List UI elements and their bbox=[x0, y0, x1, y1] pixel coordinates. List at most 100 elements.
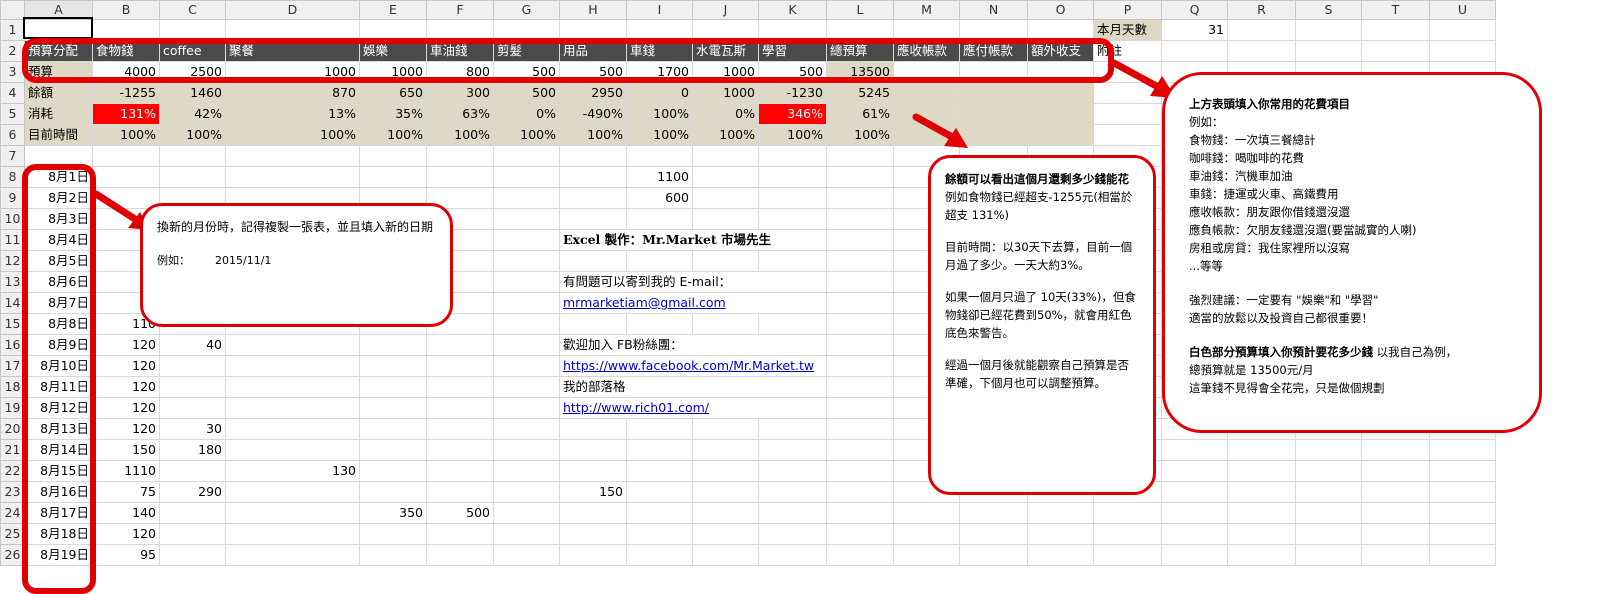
row-header-17[interactable]: 17 bbox=[0, 355, 25, 377]
cell-l26[interactable] bbox=[826, 544, 894, 566]
row-header-7[interactable]: 7 bbox=[0, 145, 25, 167]
row-header-13[interactable]: 13 bbox=[0, 271, 25, 293]
cell-r23[interactable] bbox=[1227, 481, 1296, 503]
consume-cell-k[interactable]: 346% bbox=[758, 103, 827, 125]
cell-f18[interactable] bbox=[426, 376, 494, 398]
balance-cell-h[interactable]: 2950 bbox=[559, 82, 627, 104]
expense-cell-b[interactable]: 120 bbox=[92, 355, 160, 377]
cell-g26[interactable] bbox=[493, 544, 560, 566]
cell-b8[interactable] bbox=[92, 166, 160, 188]
column-header-c[interactable]: C bbox=[159, 0, 226, 20]
cell-o25[interactable] bbox=[1027, 523, 1094, 545]
cell-t24[interactable] bbox=[1361, 502, 1430, 524]
cell-h15[interactable] bbox=[559, 313, 627, 335]
balance-cell-k[interactable]: -1230 bbox=[758, 82, 827, 104]
column-header-i[interactable]: I bbox=[626, 0, 693, 20]
cell-b7[interactable] bbox=[92, 145, 160, 167]
cell-s26[interactable] bbox=[1295, 544, 1362, 566]
cell-u26[interactable] bbox=[1429, 544, 1496, 566]
cell-u24[interactable] bbox=[1429, 502, 1496, 524]
time-cell-b[interactable]: 100% bbox=[92, 124, 160, 146]
cell-g13[interactable] bbox=[493, 271, 560, 293]
expense-cell-b[interactable]: 120 bbox=[92, 376, 160, 398]
cell-p6[interactable] bbox=[1093, 124, 1162, 146]
column-header-n[interactable]: N bbox=[959, 0, 1028, 20]
expense-cell-b[interactable]: 120 bbox=[92, 334, 160, 356]
cell-e26[interactable] bbox=[359, 544, 427, 566]
fb-link[interactable]: https://www.facebook.com/Mr.Market.tw bbox=[559, 355, 827, 377]
consume-cell-d[interactable]: 13% bbox=[225, 103, 360, 125]
cell-j25[interactable] bbox=[692, 523, 759, 545]
cell-g21[interactable] bbox=[493, 439, 560, 461]
cell-o26[interactable] bbox=[1027, 544, 1094, 566]
row-header-25[interactable]: 25 bbox=[0, 523, 25, 545]
cell-e16[interactable] bbox=[359, 334, 427, 356]
row-header-1[interactable]: 1 bbox=[0, 19, 25, 41]
cell-h7[interactable] bbox=[559, 145, 627, 167]
cell-c19[interactable] bbox=[159, 397, 226, 419]
cell-e21[interactable] bbox=[359, 439, 427, 461]
cell-d24[interactable] bbox=[225, 502, 360, 524]
cell-h21[interactable] bbox=[559, 439, 627, 461]
cell-h24[interactable] bbox=[559, 502, 627, 524]
cell-j23[interactable] bbox=[692, 481, 759, 503]
cell-e23[interactable] bbox=[359, 481, 427, 503]
column-header-q[interactable]: Q bbox=[1161, 0, 1228, 20]
cell-c8[interactable] bbox=[159, 166, 226, 188]
expense-cell-c[interactable]: 180 bbox=[159, 439, 226, 461]
balance-cell-c[interactable]: 1460 bbox=[159, 82, 226, 104]
cell-d17[interactable] bbox=[225, 355, 360, 377]
cell-g25[interactable] bbox=[493, 523, 560, 545]
column-header-o[interactable]: O bbox=[1027, 0, 1094, 20]
cell-q23[interactable] bbox=[1161, 481, 1228, 503]
row-header-4[interactable]: 4 bbox=[0, 82, 25, 104]
cell-j7[interactable] bbox=[692, 145, 759, 167]
cell-h26[interactable] bbox=[559, 544, 627, 566]
cell-m24[interactable] bbox=[893, 502, 960, 524]
cell-u21[interactable] bbox=[1429, 439, 1496, 461]
cell-k12[interactable] bbox=[758, 250, 827, 272]
row-header-24[interactable]: 24 bbox=[0, 502, 25, 524]
cell-f19[interactable] bbox=[426, 397, 494, 419]
balance-cell-a[interactable]: 餘額 bbox=[24, 82, 93, 104]
cell-o4[interactable] bbox=[1027, 82, 1094, 104]
expense-cell-b[interactable]: 140 bbox=[92, 502, 160, 524]
cell-r2[interactable] bbox=[1227, 40, 1296, 62]
row-header-16[interactable]: 16 bbox=[0, 334, 25, 356]
email-label[interactable]: 有問題可以寄到我的 E-mail： bbox=[559, 271, 827, 293]
cell-s23[interactable] bbox=[1295, 481, 1362, 503]
cell-t2[interactable] bbox=[1361, 40, 1430, 62]
cell-p5[interactable] bbox=[1093, 103, 1162, 125]
cell-c17[interactable] bbox=[159, 355, 226, 377]
cell-t26[interactable] bbox=[1361, 544, 1430, 566]
cell-k26[interactable] bbox=[758, 544, 827, 566]
cell-g22[interactable] bbox=[493, 460, 560, 482]
column-header-d[interactable]: D bbox=[225, 0, 360, 20]
cell-i23[interactable] bbox=[626, 481, 693, 503]
cell-l17[interactable] bbox=[826, 355, 894, 377]
column-header-j[interactable]: J bbox=[692, 0, 759, 20]
cell-q25[interactable] bbox=[1161, 523, 1228, 545]
cell-h12[interactable] bbox=[559, 250, 627, 272]
cell-c26[interactable] bbox=[159, 544, 226, 566]
consume-cell-g[interactable]: 0% bbox=[493, 103, 560, 125]
consume-cell-f[interactable]: 63% bbox=[426, 103, 494, 125]
expense-cell-b[interactable]: 150 bbox=[92, 439, 160, 461]
expense-cell-c[interactable]: 30 bbox=[159, 418, 226, 440]
consume-cell-b[interactable]: 131% bbox=[92, 103, 160, 125]
time-cell-g[interactable]: 100% bbox=[493, 124, 560, 146]
time-cell-i[interactable]: 100% bbox=[626, 124, 693, 146]
cell-l14[interactable] bbox=[826, 292, 894, 314]
cell-i25[interactable] bbox=[626, 523, 693, 545]
cell-g24[interactable] bbox=[493, 502, 560, 524]
time-cell-k[interactable]: 100% bbox=[758, 124, 827, 146]
cell-k23[interactable] bbox=[758, 481, 827, 503]
cell-l7[interactable] bbox=[826, 145, 894, 167]
fb-label[interactable]: 歡迎加入 FB粉絲團： bbox=[559, 334, 827, 356]
cell-j24[interactable] bbox=[692, 502, 759, 524]
cell-g10[interactable] bbox=[493, 208, 560, 230]
row-header-10[interactable]: 10 bbox=[0, 208, 25, 230]
column-header-p[interactable]: P bbox=[1093, 0, 1162, 20]
expense-cell-d[interactable]: 130 bbox=[225, 460, 360, 482]
cell-t23[interactable] bbox=[1361, 481, 1430, 503]
